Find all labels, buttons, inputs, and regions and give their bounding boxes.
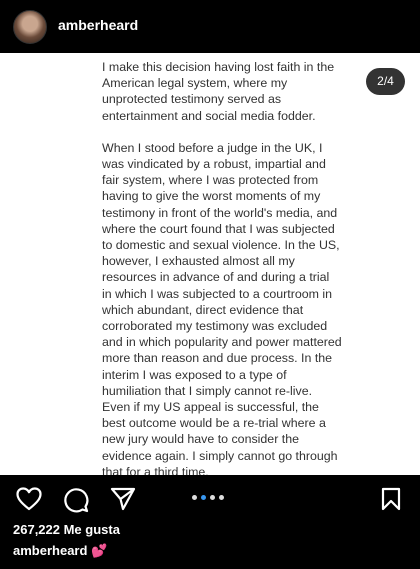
page-counter: 2/4	[366, 68, 405, 95]
post-header: amberheard	[0, 0, 420, 53]
post-text: I make this decision having lost faith i…	[102, 59, 342, 475]
carousel-dot	[192, 495, 197, 500]
avatar[interactable]	[13, 10, 47, 44]
bookmark-icon[interactable]	[381, 487, 401, 511]
paragraph-1: I make this decision having lost faith i…	[102, 60, 335, 123]
send-icon[interactable]	[110, 487, 136, 511]
carousel-dot	[219, 495, 224, 500]
carousel-dot	[210, 495, 215, 500]
carousel-indicator	[192, 495, 224, 500]
likes-count[interactable]: 267,222 Me gusta	[13, 522, 120, 537]
caption-username[interactable]: amberheard	[13, 543, 87, 558]
paragraph-2: When I stood before a judge in the UK, I…	[102, 140, 342, 398]
paragraph-3: Even if my US appeal is successful, the …	[102, 400, 338, 475]
carousel-dot-active	[201, 495, 206, 500]
caption: amberheard 💕	[13, 543, 107, 559]
caption-emoji: 💕	[91, 543, 108, 558]
comment-icon[interactable]	[63, 487, 89, 513]
post-image[interactable]: I make this decision having lost faith i…	[0, 53, 420, 475]
username[interactable]: amberheard	[58, 17, 138, 33]
heart-icon[interactable]	[16, 487, 42, 511]
